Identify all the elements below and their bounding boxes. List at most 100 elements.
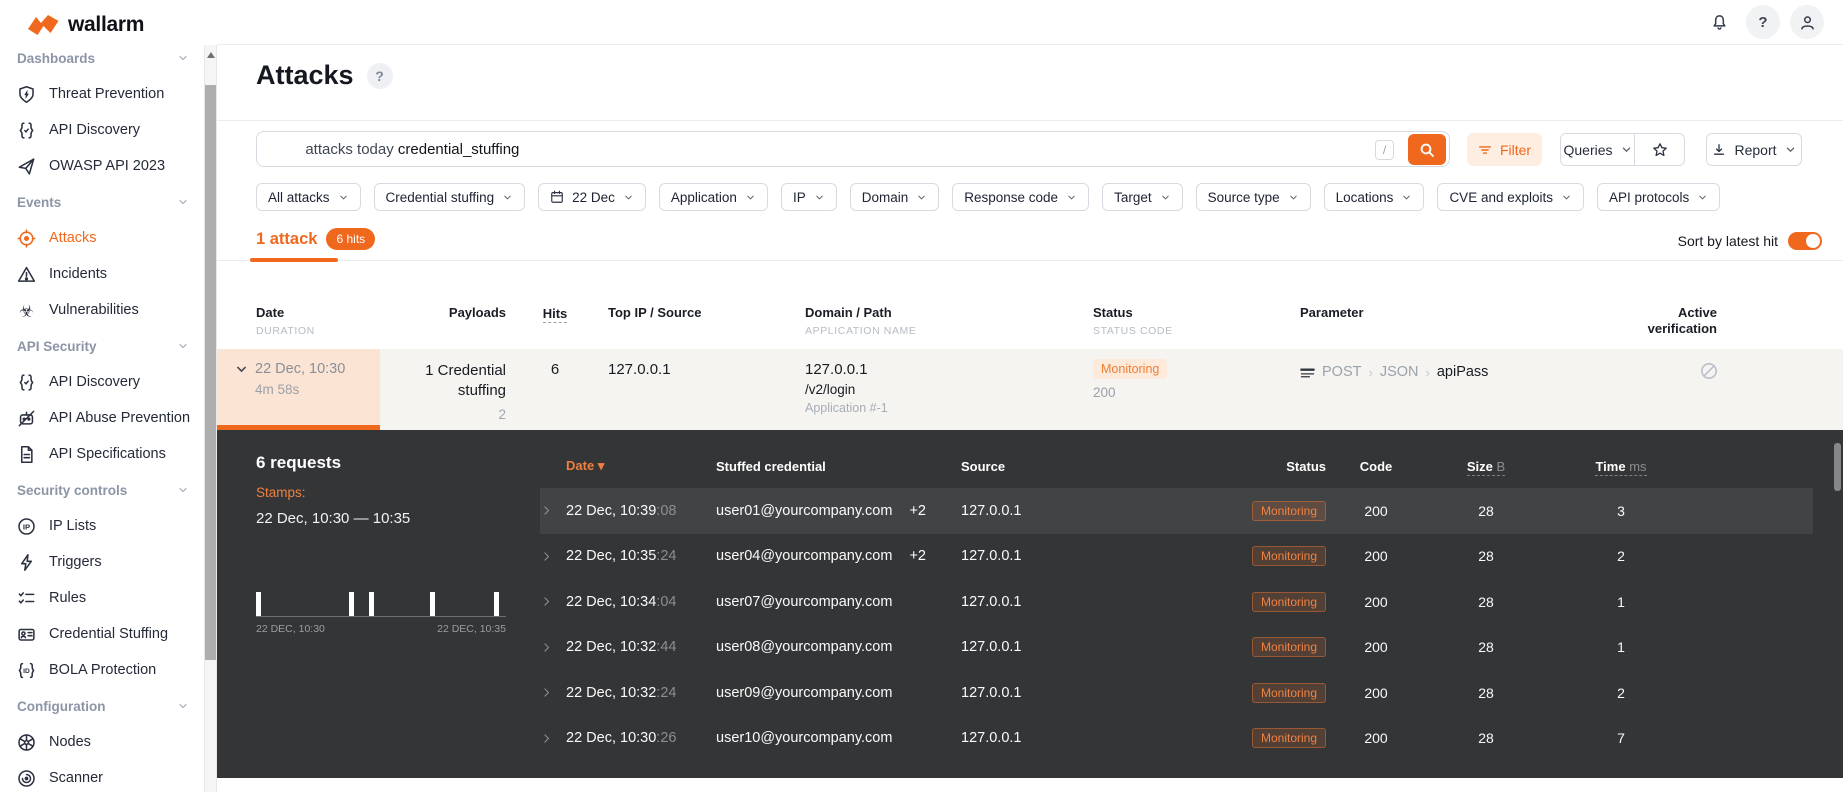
- filter-chip-domain[interactable]: Domain: [849, 183, 940, 211]
- filter-chip-ip[interactable]: IP: [780, 183, 837, 211]
- request-source: 127.0.0.1: [961, 684, 1022, 701]
- expand-chevron-icon[interactable]: [540, 686, 566, 699]
- chevron-down-icon: [814, 192, 825, 203]
- attacks-count-tab[interactable]: 1 attack 6 hits: [256, 228, 376, 250]
- sidebar-section-api-security[interactable]: API Security: [0, 328, 204, 364]
- sidebar-item-attacks[interactable]: Attacks: [0, 220, 204, 256]
- sidebar-section-events[interactable]: Events: [0, 184, 204, 220]
- wallarm-logo[interactable]: wallarm: [28, 13, 144, 37]
- filter-chip-application[interactable]: Application: [658, 183, 768, 211]
- filter-chip-22-dec[interactable]: 22 Dec: [538, 183, 646, 211]
- filter-chips-row: All attacks Credential stuffing 22 Dec A…: [256, 183, 1721, 211]
- sidebar-item-nodes[interactable]: Nodes: [0, 724, 204, 760]
- sidebar-section-dashboards[interactable]: Dashboards: [0, 45, 204, 76]
- sidebar-item-ip-lists[interactable]: IP IP Lists: [0, 508, 204, 544]
- request-date: 22 Dec, 10:32:44: [566, 639, 677, 656]
- filter-chip-all-attacks[interactable]: All attacks: [256, 183, 361, 211]
- filter-chip-locations[interactable]: Locations: [1323, 183, 1425, 211]
- expand-chevron-icon[interactable]: [540, 595, 566, 608]
- page-scrollbar[interactable]: [204, 45, 217, 792]
- request-source: 127.0.0.1: [961, 502, 1022, 519]
- stamps-label[interactable]: Stamps:: [256, 485, 306, 500]
- status-badge: Monitoring: [1251, 546, 1326, 567]
- sidebar-item-api-discovery[interactable]: API Discovery: [0, 364, 204, 400]
- checklist-icon: [17, 589, 36, 608]
- request-row[interactable]: 22 Dec, 10:34:04 user07@yourcompany.com …: [540, 579, 1813, 625]
- extra-credentials-count[interactable]: +2: [909, 548, 926, 564]
- doc-icon: [17, 445, 36, 464]
- results-tab-row: 1 attack 6 hits Sort by latest hit: [217, 222, 1843, 262]
- request-status: Monitoring: [1136, 728, 1326, 749]
- sidebar-item-api-specifications[interactable]: API Specifications: [0, 436, 204, 472]
- attack-domain-path: 127.0.0.1 /v2/login Application #-1: [805, 361, 888, 415]
- svg-text:IP: IP: [23, 522, 30, 531]
- expand-chevron-icon[interactable]: [540, 550, 566, 563]
- request-row[interactable]: 22 Dec, 10:39:08 user01@yourcompany.com +…: [540, 488, 1813, 534]
- filter-chip-api-protocols[interactable]: API protocols: [1597, 183, 1721, 211]
- sidebar-nav: Dashboards Threat Prevention API Discove…: [0, 45, 204, 792]
- sidebar-section-configuration[interactable]: Configuration: [0, 688, 204, 724]
- col-hits-sortable[interactable]: Hits: [542, 306, 568, 323]
- sort-by-latest-hit-toggle[interactable]: [1788, 232, 1822, 250]
- request-date: 22 Dec, 10:32:24: [566, 684, 677, 701]
- col-active-verification: Active verification: [1647, 305, 1717, 336]
- sidebar-item-api-abuse-prevention[interactable]: API Abuse Prevention: [0, 400, 204, 436]
- help-icon[interactable]: ?: [1746, 5, 1780, 39]
- filter-icon: [1478, 143, 1492, 157]
- sidebar-item-incidents[interactable]: Incidents: [0, 256, 204, 292]
- filter-chip-cve-and-exploits[interactable]: CVE and exploits: [1437, 183, 1584, 211]
- page-help-icon[interactable]: ?: [366, 62, 393, 89]
- col-size[interactable]: Size B: [1426, 458, 1546, 476]
- sidebar-section-security-controls[interactable]: Security controls: [0, 472, 204, 508]
- expand-chevron-icon[interactable]: [540, 504, 566, 517]
- expand-chevron-icon[interactable]: [540, 732, 566, 745]
- request-row[interactable]: 22 Dec, 10:32:24 user09@yourcompany.com …: [540, 670, 1813, 716]
- expand-chevron-icon[interactable]: [540, 641, 566, 654]
- report-button[interactable]: Report: [1706, 133, 1802, 166]
- col-time[interactable]: Time ms: [1546, 458, 1696, 476]
- sort-by-latest-hit-label: Sort by latest hit: [1677, 233, 1778, 249]
- filter-chip-target[interactable]: Target: [1102, 183, 1183, 211]
- sidebar-item-owasp-api-2023[interactable]: OWASP API 2023: [0, 148, 204, 184]
- filter-chip-credential-stuffing[interactable]: Credential stuffing: [373, 183, 526, 211]
- search-button[interactable]: [1408, 134, 1446, 165]
- sidebar-item-bola-protection[interactable]: ID BOLA Protection: [0, 652, 204, 688]
- collapse-chevron-icon[interactable]: [235, 363, 248, 376]
- sidebar-item-api-discovery[interactable]: API Discovery: [0, 112, 204, 148]
- main-content: ? Attacks ? attacks today credential_stu…: [217, 0, 1843, 792]
- extra-credentials-count[interactable]: +2: [909, 503, 926, 519]
- sidebar-item-vulnerabilities[interactable]: ☣ Vulnerabilities: [0, 292, 204, 328]
- sidebar-item-credential-stuffing[interactable]: Credential Stuffing: [0, 616, 204, 652]
- panel-scrollbar-thumb[interactable]: [1834, 443, 1841, 491]
- attack-row[interactable]: 22 Dec, 10:30 4m 58s 1 Credential stuffi…: [217, 349, 1843, 430]
- request-row[interactable]: 22 Dec, 10:32:44 user08@yourcompany.com …: [540, 625, 1813, 671]
- request-time: 3: [1617, 502, 1625, 519]
- col-request-date-sorted[interactable]: Date ▾: [566, 458, 716, 474]
- sidebar-item-scanner[interactable]: Scanner: [0, 760, 204, 792]
- notifications-bell-icon[interactable]: [1702, 5, 1736, 39]
- queries-button[interactable]: Queries: [1560, 133, 1635, 166]
- favorite-query-button[interactable]: [1635, 133, 1685, 166]
- attack-hits: 6: [550, 361, 560, 378]
- scrollbar-up-arrow[interactable]: [207, 52, 215, 58]
- scrollbar-thumb[interactable]: [205, 85, 216, 660]
- request-row[interactable]: 22 Dec, 10:30:26 user10@yourcompany.com …: [540, 716, 1813, 762]
- sidebar-item-threat-prevention[interactable]: Threat Prevention: [0, 76, 204, 112]
- request-status: Monitoring: [1136, 546, 1326, 567]
- chevron-down-icon: [1697, 192, 1708, 203]
- sidebar-item-rules[interactable]: Rules: [0, 580, 204, 616]
- user-icon[interactable]: [1790, 5, 1824, 39]
- chevron-down-icon: [177, 484, 189, 496]
- sidebar-item-triggers[interactable]: Triggers: [0, 544, 204, 580]
- search-input[interactable]: attacks today credential_stuffing /: [256, 131, 1450, 167]
- request-row[interactable]: 22 Dec, 10:35:24 user04@yourcompany.com +…: [540, 534, 1813, 580]
- chevron-down-icon: [1785, 144, 1796, 155]
- request-status: Monitoring: [1136, 591, 1326, 612]
- request-code: 200: [1364, 730, 1388, 747]
- filter-chip-source-type[interactable]: Source type: [1195, 183, 1311, 211]
- col-date: Date: [256, 305, 285, 320]
- filter-chip-response-code[interactable]: Response code: [952, 183, 1090, 211]
- braces-icon: [17, 121, 36, 140]
- filter-button[interactable]: Filter: [1467, 133, 1542, 166]
- shield-icon: [17, 85, 36, 104]
